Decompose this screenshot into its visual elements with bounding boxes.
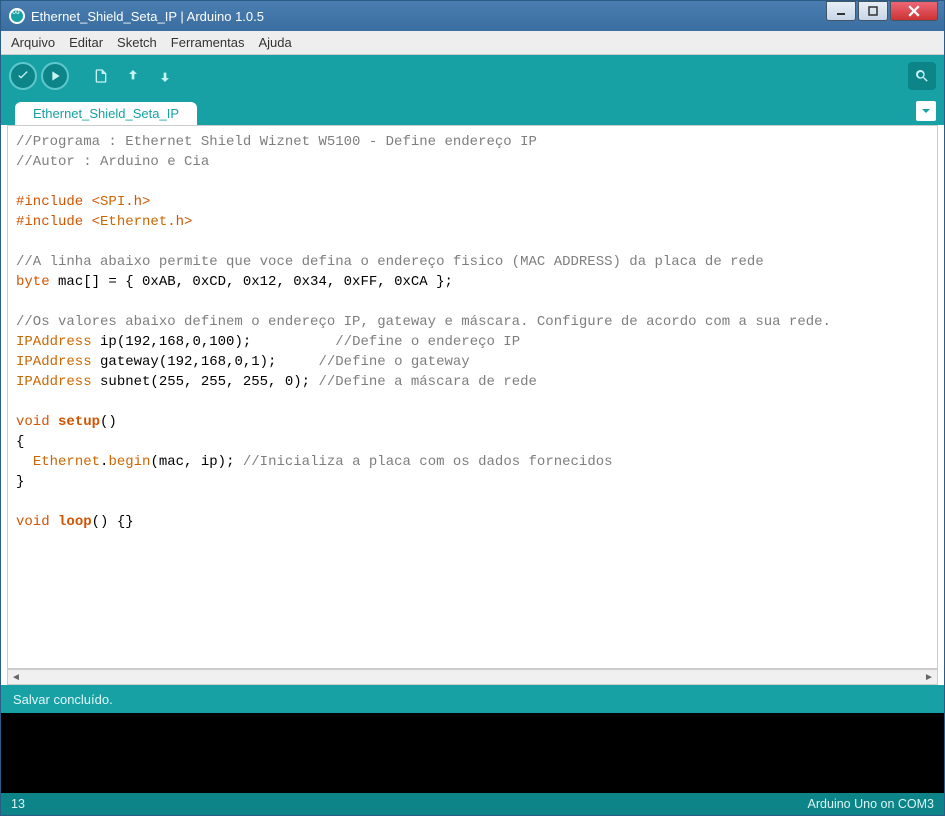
close-button[interactable]: [890, 1, 938, 21]
code-token: Ethernet: [100, 214, 167, 230]
code-line: }: [16, 474, 24, 490]
code-token: begin: [108, 454, 150, 470]
code-line: //A linha abaixo permite que voce defina…: [16, 254, 764, 270]
save-sketch-button[interactable]: [151, 62, 179, 90]
code-token: byte: [16, 274, 50, 290]
code-token: IPAddress: [16, 334, 92, 350]
titlebar: Ethernet_Shield_Seta_IP | Arduino 1.0.5: [1, 1, 944, 31]
verify-button[interactable]: [9, 62, 37, 90]
toolbar: [1, 55, 944, 97]
line-number: 13: [11, 797, 25, 811]
menubar: Arquivo Editar Sketch Ferramentas Ajuda: [1, 31, 944, 55]
code-token: [50, 514, 58, 530]
menu-ferramentas[interactable]: Ferramentas: [171, 35, 245, 50]
minimize-button[interactable]: [826, 1, 856, 21]
maximize-button[interactable]: [858, 1, 888, 21]
window-controls: [826, 1, 944, 23]
tab-active[interactable]: Ethernet_Shield_Seta_IP: [15, 102, 197, 125]
code-token: //Define o endereço IP: [335, 334, 520, 350]
code-token: //Define a máscara de rede: [318, 374, 536, 390]
code-token: .h>: [125, 194, 150, 210]
code-token: (mac, ip);: [150, 454, 242, 470]
code-token: SPI: [100, 194, 125, 210]
menu-ajuda[interactable]: Ajuda: [259, 35, 292, 50]
code-token: #include <: [16, 214, 100, 230]
code-line: //Programa : Ethernet Shield Wiznet W510…: [16, 134, 537, 150]
tab-dropdown-button[interactable]: [916, 101, 936, 121]
menu-arquivo[interactable]: Arquivo: [11, 35, 55, 50]
status-message: Salvar concluído.: [13, 692, 113, 707]
code-token: #include <: [16, 194, 100, 210]
code-token: IPAddress: [16, 374, 92, 390]
code-token: Ethernet: [33, 454, 100, 470]
code-token: //Inicializa a placa com os dados fornec…: [243, 454, 613, 470]
code-token: [16, 454, 33, 470]
editor-container: //Programa : Ethernet Shield Wiznet W510…: [7, 125, 938, 669]
open-sketch-button[interactable]: [119, 62, 147, 90]
tabbar: Ethernet_Shield_Seta_IP: [1, 97, 944, 125]
code-line: //Os valores abaixo definem o endereço I…: [16, 314, 831, 330]
footer-bar: 13 Arduino Uno on COM3: [1, 793, 944, 815]
scroll-left-icon[interactable]: ◄: [8, 670, 24, 684]
menu-sketch[interactable]: Sketch: [117, 35, 157, 50]
board-port-label: Arduino Uno on COM3: [808, 797, 934, 811]
code-line: {: [16, 434, 24, 450]
horizontal-scrollbar[interactable]: ◄ ►: [7, 669, 938, 685]
new-sketch-button[interactable]: [87, 62, 115, 90]
code-token: [50, 414, 58, 430]
code-editor[interactable]: //Programa : Ethernet Shield Wiznet W510…: [8, 126, 937, 668]
code-token: (): [100, 414, 117, 430]
code-token: IPAddress: [16, 354, 92, 370]
upload-button[interactable]: [41, 62, 69, 90]
code-token: ip(192,168,0,100);: [92, 334, 336, 350]
console-output[interactable]: [1, 713, 944, 793]
code-token: void: [16, 514, 50, 530]
code-token: .h>: [167, 214, 192, 230]
code-token: () {}: [92, 514, 134, 530]
scroll-right-icon[interactable]: ►: [921, 670, 937, 684]
code-token: void: [16, 414, 50, 430]
arduino-ide-window: Ethernet_Shield_Seta_IP | Arduino 1.0.5 …: [0, 0, 945, 816]
arduino-app-icon: [9, 8, 25, 24]
code-token: mac[] = { 0xAB, 0xCD, 0x12, 0x34, 0xFF, …: [50, 274, 453, 290]
code-line: //Autor : Arduino e Cia: [16, 154, 209, 170]
status-bar: Salvar concluído.: [1, 685, 944, 713]
window-title: Ethernet_Shield_Seta_IP | Arduino 1.0.5: [31, 9, 826, 24]
code-token: setup: [58, 414, 100, 430]
code-token: subnet(255, 255, 255, 0);: [92, 374, 319, 390]
code-token: //Define o gateway: [318, 354, 469, 370]
menu-editar[interactable]: Editar: [69, 35, 103, 50]
code-token: loop: [58, 514, 92, 530]
code-token: gateway(192,168,0,1);: [92, 354, 319, 370]
serial-monitor-button[interactable]: [908, 62, 936, 90]
